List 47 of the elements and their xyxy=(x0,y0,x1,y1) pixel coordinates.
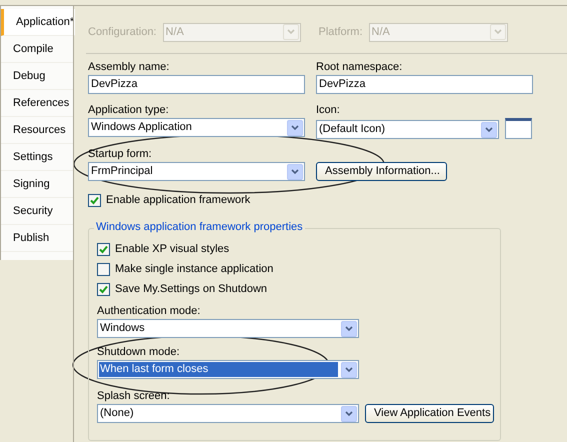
checkbox[interactable] xyxy=(97,263,110,276)
field-label: Splash screen: xyxy=(97,390,171,402)
dropdown[interactable]: Windows xyxy=(97,319,359,338)
tab[interactable]: Compile xyxy=(1,36,73,63)
field-label: Shutdown mode: xyxy=(97,346,181,358)
dropdown-value: FrmPrincipal xyxy=(90,164,154,179)
checkbox-label: Make single instance application xyxy=(115,263,274,276)
checkbox[interactable] xyxy=(88,194,101,207)
checkbox[interactable] xyxy=(97,283,110,296)
tab[interactable]: Signing xyxy=(1,171,73,198)
dropdown[interactable]: FrmPrincipal xyxy=(88,162,305,181)
dropdown-value: Windows Application xyxy=(90,120,193,135)
dropdown-value: N/A xyxy=(164,24,185,40)
dropdown-value: N/A xyxy=(370,24,391,40)
text-field[interactable]: DevPizza xyxy=(88,75,305,94)
dropdown-value: Windows xyxy=(99,321,146,336)
dropdown[interactable]: When last form closes xyxy=(97,360,359,379)
action-button[interactable]: View Application Events xyxy=(365,404,494,423)
field-label: Application type: xyxy=(88,104,170,116)
tab[interactable]: Security xyxy=(1,198,73,225)
group-title: Windows application framework properties xyxy=(94,221,305,234)
checkbox-label: Save My.Settings on Shutdown xyxy=(115,283,268,296)
tab[interactable]: Resources xyxy=(1,117,73,144)
icon-preview xyxy=(505,118,532,139)
dropdown-value: (None) xyxy=(99,406,135,421)
dropdown[interactable]: (Default Icon) xyxy=(316,120,499,139)
field-label: Startup form: xyxy=(88,148,153,160)
field-label: Icon: xyxy=(316,104,341,116)
tab[interactable]: Application* xyxy=(1,9,75,36)
dropdown[interactable]: (None) xyxy=(97,404,359,423)
checkbox[interactable] xyxy=(97,243,110,256)
tab[interactable]: References xyxy=(1,90,73,117)
field-label: Configuration: xyxy=(88,26,156,38)
tab[interactable]: Settings xyxy=(1,144,73,171)
checkbox-label: Enable application framework xyxy=(106,194,250,207)
tab[interactable]: Debug xyxy=(1,63,73,90)
tab[interactable]: Publish xyxy=(1,225,73,252)
dropdown-value: (Default Icon) xyxy=(318,122,386,137)
text-field[interactable]: DevPizza xyxy=(316,75,533,94)
field-label: Root namespace: xyxy=(316,61,404,73)
action-button[interactable]: Assembly Information... xyxy=(316,162,447,181)
field-label: Assembly name: xyxy=(88,61,170,73)
checkbox-label: Enable XP visual styles xyxy=(115,243,230,256)
field-label: Authentication mode: xyxy=(97,305,202,317)
dropdown-value: When last form closes xyxy=(99,362,338,377)
field-label: Platform: xyxy=(318,26,363,38)
dropdown[interactable]: Windows Application xyxy=(88,118,305,137)
